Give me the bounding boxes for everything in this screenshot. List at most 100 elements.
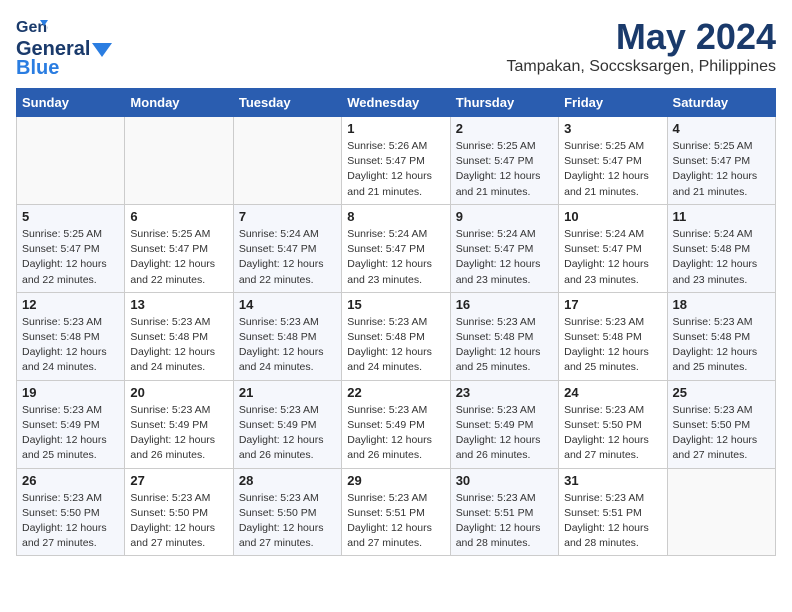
day-number: 10 — [564, 209, 661, 224]
day-info: Sunrise: 5:23 AM Sunset: 5:51 PM Dayligh… — [347, 491, 444, 552]
day-number: 9 — [456, 209, 553, 224]
location-title: Tampakan, Soccsksargen, Philippines — [507, 58, 776, 76]
calendar-cell: 25Sunrise: 5:23 AM Sunset: 5:50 PM Dayli… — [667, 380, 775, 468]
calendar-cell: 20 Sunrise: 5:23 AM Sunset: 5:49 PM Dayli… — [125, 380, 233, 468]
day-number: 2 — [456, 121, 553, 136]
day-info: Sunrise: 5:23 AM Sunset: 5:49 PM Dayligh… — [239, 403, 336, 464]
day-info: Sunrise: 5:24 AM Sunset: 5:47 PM Dayligh… — [347, 227, 444, 288]
calendar-cell: 31 Sunrise: 5:23 AM Sunset: 5:51 PM Dayli… — [559, 468, 667, 556]
day-info: Sunrise: 5:23 AM Sunset: 5:49 PM Dayligh… — [130, 403, 227, 464]
day-number: 18 — [673, 297, 770, 312]
day-info: Sunrise: 5:24 AM Sunset: 5:47 PM Dayligh… — [456, 227, 553, 288]
day-info: Sunrise: 5:26 AM Sunset: 5:47 PM Dayligh… — [347, 139, 444, 200]
calendar-cell — [125, 117, 233, 205]
day-number: 19 — [22, 385, 119, 400]
title-section: May 2024 Tampakan, Soccsksargen, Philipp… — [507, 16, 776, 76]
day-info: Sunrise: 5:24 AM Sunset: 5:48 PM Dayligh… — [673, 227, 770, 288]
calendar-cell: 29 Sunrise: 5:23 AM Sunset: 5:51 PM Dayli… — [342, 468, 450, 556]
weekday-header-saturday: Saturday — [667, 89, 775, 117]
calendar-cell: 15 Sunrise: 5:23 AM Sunset: 5:48 PM Dayli… — [342, 292, 450, 380]
day-number: 12 — [22, 297, 119, 312]
week-row-1: 1 Sunrise: 5:26 AM Sunset: 5:47 PM Daylig… — [17, 117, 776, 205]
day-number: 4 — [673, 121, 770, 136]
weekday-header-thursday: Thursday — [450, 89, 558, 117]
day-number: 11 — [673, 209, 770, 224]
day-number: 17 — [564, 297, 661, 312]
day-number: 25 — [673, 385, 770, 400]
day-number: 5 — [22, 209, 119, 224]
weekday-header-monday: Monday — [125, 89, 233, 117]
day-number: 23 — [456, 385, 553, 400]
calendar-cell: 5 Sunrise: 5:25 AM Sunset: 5:47 PM Daylig… — [17, 204, 125, 292]
day-number: 8 — [347, 209, 444, 224]
day-info: Sunrise: 5:25 AM Sunset: 5:47 PM Dayligh… — [564, 139, 661, 200]
day-number: 15 — [347, 297, 444, 312]
calendar-cell: 22Sunrise: 5:23 AM Sunset: 5:49 PM Dayli… — [342, 380, 450, 468]
day-number: 29 — [347, 473, 444, 488]
day-number: 14 — [239, 297, 336, 312]
calendar-cell: 11 Sunrise: 5:24 AM Sunset: 5:48 PM Dayli… — [667, 204, 775, 292]
logo-blue: Blue — [16, 57, 59, 80]
calendar-cell: 6 Sunrise: 5:25 AM Sunset: 5:47 PM Daylig… — [125, 204, 233, 292]
calendar-cell — [17, 117, 125, 205]
day-info: Sunrise: 5:24 AM Sunset: 5:47 PM Dayligh… — [564, 227, 661, 288]
day-number: 20 — [130, 385, 227, 400]
calendar-cell: 14 Sunrise: 5:23 AM Sunset: 5:48 PM Dayli… — [233, 292, 341, 380]
weekday-header-row: SundayMondayTuesdayWednesdayThursdayFrid… — [17, 89, 776, 117]
day-number: 13 — [130, 297, 227, 312]
day-info: Sunrise: 5:23 AM Sunset: 5:48 PM Dayligh… — [130, 315, 227, 376]
weekday-header-sunday: Sunday — [17, 89, 125, 117]
weekday-header-tuesday: Tuesday — [233, 89, 341, 117]
day-info: Sunrise: 5:23 AM Sunset: 5:49 PM Dayligh… — [22, 403, 119, 464]
calendar-cell: 23 Sunrise: 5:23 AM Sunset: 5:49 PM Dayli… — [450, 380, 558, 468]
day-info: Sunrise: 5:23 AM Sunset: 5:48 PM Dayligh… — [456, 315, 553, 376]
day-number: 27 — [130, 473, 227, 488]
calendar-cell — [667, 468, 775, 556]
day-info: Sunrise: 5:23 AM Sunset: 5:48 PM Dayligh… — [239, 315, 336, 376]
calendar-cell: 24 Sunrise: 5:23 AM Sunset: 5:50 PM Dayli… — [559, 380, 667, 468]
logo-icon: General — [16, 16, 48, 38]
day-number: 28 — [239, 473, 336, 488]
day-info: Sunrise: 5:23 AM Sunset: 5:48 PM Dayligh… — [22, 315, 119, 376]
calendar-cell: 18 Sunrise: 5:23 AM Sunset: 5:48 PM Dayli… — [667, 292, 775, 380]
day-info: Sunrise: 5:23 AM Sunset: 5:49 PM Dayligh… — [456, 403, 553, 464]
calendar-cell: 27 Sunrise: 5:23 AM Sunset: 5:50 PM Dayli… — [125, 468, 233, 556]
day-number: 16 — [456, 297, 553, 312]
calendar-cell: 4 Sunrise: 5:25 AM Sunset: 5:47 PM Daylig… — [667, 117, 775, 205]
calendar-cell: 16 Sunrise: 5:23 AM Sunset: 5:48 PM Dayli… — [450, 292, 558, 380]
day-info: Sunrise: 5:23 AM Sunset: 5:49 PM Dayligh… — [347, 403, 444, 464]
day-info: Sunrise: 5:23 AM Sunset: 5:50 PM Dayligh… — [130, 491, 227, 552]
day-info: Sunrise: 5:25 AM Sunset: 5:47 PM Dayligh… — [673, 139, 770, 200]
day-number: 1 — [347, 121, 444, 136]
calendar-cell: 19 Sunrise: 5:23 AM Sunset: 5:49 PM Dayli… — [17, 380, 125, 468]
calendar-cell: 21Sunrise: 5:23 AM Sunset: 5:49 PM Dayli… — [233, 380, 341, 468]
day-number: 7 — [239, 209, 336, 224]
day-info: Sunrise: 5:23 AM Sunset: 5:50 PM Dayligh… — [22, 491, 119, 552]
calendar-cell: 13 Sunrise: 5:23 AM Sunset: 5:48 PM Dayli… — [125, 292, 233, 380]
weekday-header-wednesday: Wednesday — [342, 89, 450, 117]
calendar-table: SundayMondayTuesdayWednesdayThursdayFrid… — [16, 88, 776, 556]
logo-triangle-icon — [92, 43, 112, 57]
day-number: 24 — [564, 385, 661, 400]
day-info: Sunrise: 5:23 AM Sunset: 5:50 PM Dayligh… — [239, 491, 336, 552]
calendar-cell — [233, 117, 341, 205]
day-info: Sunrise: 5:23 AM Sunset: 5:48 PM Dayligh… — [347, 315, 444, 376]
day-info: Sunrise: 5:23 AM Sunset: 5:51 PM Dayligh… — [564, 491, 661, 552]
day-number: 30 — [456, 473, 553, 488]
calendar-cell: 30Sunrise: 5:23 AM Sunset: 5:51 PM Dayli… — [450, 468, 558, 556]
calendar-cell: 2Sunrise: 5:25 AM Sunset: 5:47 PM Daylig… — [450, 117, 558, 205]
calendar-cell: 9 Sunrise: 5:24 AM Sunset: 5:47 PM Daylig… — [450, 204, 558, 292]
calendar-cell: 10 Sunrise: 5:24 AM Sunset: 5:47 PM Dayli… — [559, 204, 667, 292]
day-info: Sunrise: 5:23 AM Sunset: 5:48 PM Dayligh… — [564, 315, 661, 376]
day-info: Sunrise: 5:25 AM Sunset: 5:47 PM Dayligh… — [22, 227, 119, 288]
calendar-cell: 26Sunrise: 5:23 AM Sunset: 5:50 PM Dayli… — [17, 468, 125, 556]
day-number: 3 — [564, 121, 661, 136]
week-row-5: 26Sunrise: 5:23 AM Sunset: 5:50 PM Dayli… — [17, 468, 776, 556]
day-info: Sunrise: 5:23 AM Sunset: 5:48 PM Dayligh… — [673, 315, 770, 376]
day-number: 31 — [564, 473, 661, 488]
page-header: General General Blue May 2024 Tampakan, … — [16, 16, 776, 80]
day-info: Sunrise: 5:23 AM Sunset: 5:50 PM Dayligh… — [564, 403, 661, 464]
calendar-cell: 17 Sunrise: 5:23 AM Sunset: 5:48 PM Dayli… — [559, 292, 667, 380]
day-info: Sunrise: 5:25 AM Sunset: 5:47 PM Dayligh… — [130, 227, 227, 288]
day-number: 6 — [130, 209, 227, 224]
